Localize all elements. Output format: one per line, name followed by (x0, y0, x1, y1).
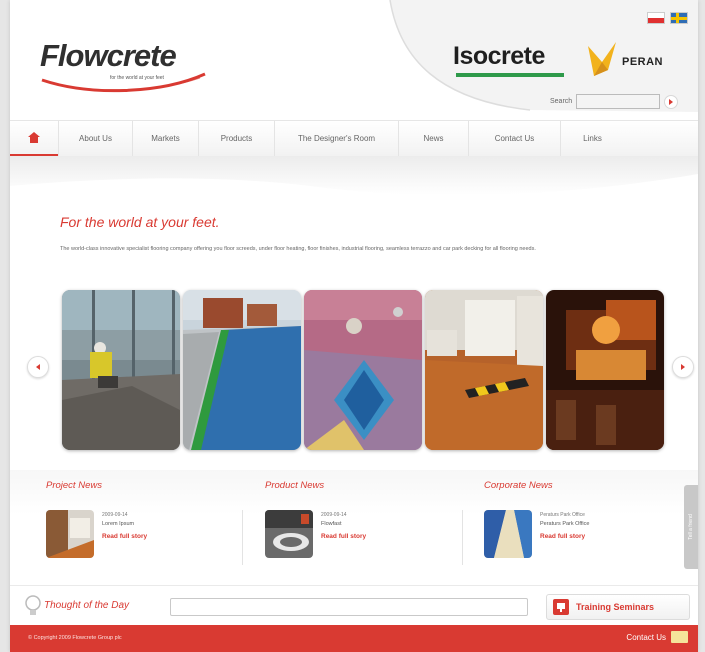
nav-links[interactable]: Links (560, 120, 624, 157)
footer: © Copyright 2009 Flowcrete Group plc Con… (10, 625, 698, 652)
search-label: Search (550, 98, 573, 105)
news-date: 2009-09-14 (321, 512, 347, 518)
sweden-flag-icon[interactable] (670, 12, 688, 24)
nav-designers-room[interactable]: The Designer's Room (274, 120, 398, 157)
peran-wordmark: PERAN (622, 56, 664, 68)
carousel-prev-button[interactable] (27, 356, 49, 378)
training-seminars-button[interactable]: Training Seminars (546, 594, 690, 620)
training-label: Training Seminars (576, 602, 655, 612)
home-icon (28, 131, 40, 143)
arrow-right-icon (669, 98, 674, 105)
news-divider (242, 510, 243, 565)
side-tab-label: Tell a friend (688, 514, 695, 540)
thought-text-box (170, 598, 528, 616)
page: Flowcrete for the world at your feet Iso… (10, 0, 698, 652)
chevron-right-icon (681, 364, 685, 370)
search-input[interactable] (576, 94, 661, 109)
news-heading[interactable]: Product News (265, 480, 465, 491)
carousel-photo-screed[interactable] (62, 290, 180, 450)
mail-icon (671, 631, 688, 643)
lightbulb-icon (25, 595, 41, 615)
isocrete-underline (456, 73, 564, 77)
main-nav: About Us Markets Products The Designer's… (10, 120, 698, 157)
news-title: Lorem Ipsum (102, 521, 135, 527)
news-date: Peraturs Park Office (540, 512, 585, 518)
news-thumbnail[interactable] (265, 510, 313, 558)
logo-swoosh-icon (41, 72, 206, 93)
news-title: Flowfast (321, 521, 342, 527)
thought-of-the-day-bar: Thought of the Day Training Seminars (10, 585, 698, 625)
tell-a-friend-tab[interactable]: Tell a friend (684, 485, 698, 569)
seminar-icon (553, 599, 569, 615)
carousel-photo-industrial[interactable] (425, 290, 543, 450)
news-section: Project News 2009-09-14 Lorem Ipsum Read… (10, 470, 698, 582)
copyright-text: © Copyright 2009 Flowcrete Group plc (28, 635, 122, 641)
news-date: 2009-09-14 (102, 512, 128, 518)
news-heading[interactable]: Project News (46, 480, 246, 491)
carousel-photo-terrazzo[interactable] (304, 290, 422, 450)
nav-products[interactable]: Products (198, 120, 274, 157)
flowcrete-logo[interactable]: Flowcrete for the world at your feet (40, 38, 210, 98)
news-heading[interactable]: Corporate News (484, 480, 684, 491)
language-flags (647, 12, 688, 24)
corporate-news: Corporate News Peraturs Park Office Pera… (484, 480, 684, 570)
image-carousel (10, 286, 698, 456)
peran-logo[interactable]: PERAN (584, 40, 694, 82)
footer-contact-link[interactable]: Contact Us (626, 631, 688, 643)
chevron-left-icon (36, 364, 40, 370)
nav-wave-shadow (10, 156, 698, 196)
poland-flag-icon[interactable] (647, 12, 665, 24)
nav-news[interactable]: News (398, 120, 468, 157)
news-thumbnail[interactable] (484, 510, 532, 558)
nav-markets[interactable]: Markets (132, 120, 198, 157)
header: Flowcrete for the world at your feet Iso… (10, 0, 698, 120)
carousel-next-button[interactable] (672, 356, 694, 378)
read-more-link[interactable]: Read full story (102, 533, 147, 540)
search-bar: Search (550, 94, 679, 109)
hero-tagline: For the world at your feet. (60, 214, 220, 230)
carousel-photo-bar[interactable] (546, 290, 664, 450)
nav-contact-us[interactable]: Contact Us (468, 120, 560, 157)
footer-contact-label: Contact Us (626, 632, 666, 642)
news-title: Peraturs Park Office (540, 521, 590, 527)
product-news: Product News 2009-09-14 Flowfast Read fu… (265, 480, 465, 570)
thought-label: Thought of the Day (44, 600, 130, 611)
hero-intro: The world-class innovative specialist fl… (60, 246, 536, 252)
nav-about-us[interactable]: About Us (58, 120, 132, 157)
isocrete-logo[interactable]: Isocrete (453, 42, 545, 71)
nav-home[interactable] (10, 121, 58, 157)
read-more-link[interactable]: Read full story (540, 533, 585, 540)
carousel-photo-rooftop[interactable] (183, 290, 301, 450)
news-thumbnail[interactable] (46, 510, 94, 558)
news-divider (462, 510, 463, 565)
peran-mark-icon (588, 42, 616, 76)
search-go-button[interactable] (664, 94, 679, 109)
read-more-link[interactable]: Read full story (321, 533, 366, 540)
project-news: Project News 2009-09-14 Lorem Ipsum Read… (46, 480, 246, 570)
